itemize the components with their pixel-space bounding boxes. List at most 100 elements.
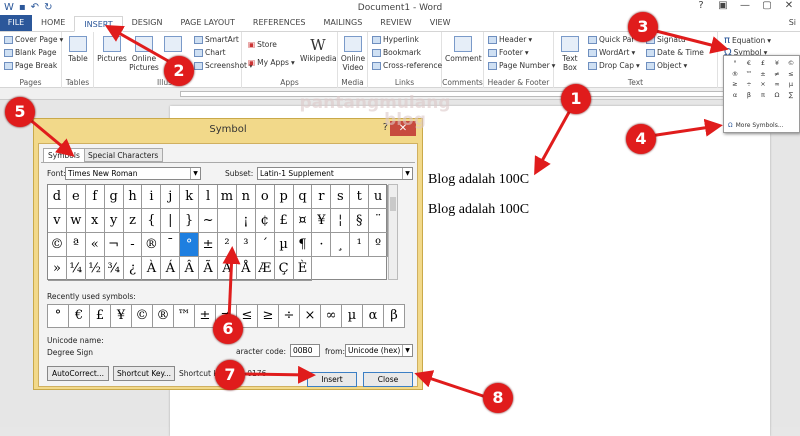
save-icon[interactable]: ▪ — [19, 2, 26, 13]
recent-symbol[interactable]: ≥ — [257, 304, 279, 328]
hyperlink-button[interactable]: Hyperlink — [372, 35, 419, 44]
symbol-cell[interactable]: ¡ — [236, 209, 256, 233]
recent-symbol[interactable]: µ — [341, 304, 363, 328]
symbol-cell[interactable]: Ã — [199, 257, 219, 281]
symbol-cell[interactable]: ¶ — [293, 233, 313, 257]
symbol-cell[interactable]: ¦ — [331, 209, 351, 233]
pictures-button[interactable]: Pictures — [96, 36, 128, 63]
comment-button[interactable]: Comment — [445, 36, 482, 63]
symbol-cell[interactable]: Ä — [218, 257, 237, 281]
header-button[interactable]: Header ▾ — [488, 35, 532, 44]
help-icon[interactable]: ? — [690, 0, 712, 11]
tab-design[interactable]: DESIGN — [123, 15, 172, 31]
symbol-cell[interactable]: ´ — [255, 233, 275, 257]
tab-symbols[interactable]: Symbols — [43, 148, 85, 162]
recent-symbol[interactable]: ∞ — [320, 304, 342, 328]
drop-cap-button[interactable]: Drop Cap ▾ — [588, 61, 640, 70]
gallery-symbol[interactable]: ≤ — [784, 70, 798, 81]
symbol-cell[interactable]: ® — [142, 233, 162, 257]
symbol-cell[interactable]: © — [48, 233, 67, 257]
wikipedia-button[interactable]: W Wikipedia — [300, 36, 337, 63]
recent-symbol[interactable]: × — [299, 304, 321, 328]
symbol-cell[interactable]: ¢ — [255, 209, 275, 233]
symbol-cell[interactable]: ~ — [199, 209, 219, 233]
equation-button[interactable]: π Equation ▾ — [724, 35, 771, 46]
symbol-cell[interactable]: ¹ — [350, 233, 370, 257]
symbol-cell[interactable]: | — [161, 209, 181, 233]
symbol-cell[interactable]: v — [48, 209, 67, 233]
symbol-cell[interactable]: d — [48, 185, 67, 209]
tab-view[interactable]: VIEW — [421, 15, 460, 31]
recent-symbol[interactable]: β — [383, 304, 405, 328]
smartart-button[interactable]: SmartArt — [194, 35, 239, 44]
shortcut-key-button[interactable]: Shortcut Key... — [113, 366, 175, 381]
close-icon[interactable]: ✕ — [778, 0, 800, 11]
gallery-symbol[interactable]: £ — [756, 59, 770, 70]
symbol-cell[interactable]: £ — [274, 209, 294, 233]
store-button[interactable]: ▣ Store — [248, 40, 277, 49]
symbol-cell[interactable]: ¯ — [161, 233, 181, 257]
symbol-cell[interactable]: g — [104, 185, 124, 209]
footer-button[interactable]: Footer ▾ — [488, 48, 529, 57]
gallery-symbol[interactable]: µ — [784, 80, 798, 91]
quick-parts-button[interactable]: Quick Par — [588, 35, 634, 44]
recent-symbol[interactable]: © — [131, 304, 153, 328]
symbol-cell[interactable]: ° — [180, 233, 200, 257]
symbol-cell[interactable]: ¥ — [312, 209, 332, 233]
symbol-cell[interactable]: » — [48, 257, 67, 281]
gallery-symbol[interactable]: © — [784, 59, 798, 70]
cross-reference-button[interactable]: Cross-reference — [372, 61, 442, 70]
symbol-cell[interactable]: ¨ — [369, 209, 389, 233]
my-apps-button[interactable]: ▣ My Apps ▾ — [248, 58, 295, 67]
symbol-cell[interactable]: Â — [180, 257, 200, 281]
undo-icon[interactable]: ↶ — [31, 2, 39, 13]
chart-button[interactable]: Chart — [194, 48, 226, 57]
symbol-cell[interactable]: e — [66, 185, 86, 209]
date-time-button[interactable]: Date & Time — [646, 48, 704, 57]
symbol-cell[interactable]: º — [369, 233, 389, 257]
gallery-symbol[interactable]: Ω — [770, 91, 784, 102]
gallery-symbol[interactable]: ® — [728, 70, 742, 81]
symbol-grid[interactable]: d e f g h i j k l m n o p q r s t u v w x y z{|} ~ ¡ ¢ £ ¤ ¥ ¦ § ¨ © ª «¬ -… — [47, 184, 389, 281]
symbol-cell[interactable]: l — [199, 185, 219, 209]
maximize-icon[interactable]: ▢ — [756, 0, 778, 11]
dialog-close-icon[interactable]: ✕ — [390, 121, 416, 136]
gallery-symbol[interactable]: ÷ — [742, 80, 756, 91]
symbol-cell[interactable]: Ç — [274, 257, 294, 281]
gallery-symbol[interactable]: β — [742, 91, 756, 102]
symbol-cell[interactable]: ¾ — [104, 257, 124, 281]
symbol-cell[interactable] — [218, 209, 237, 233]
symbol-cell[interactable]: q — [293, 185, 313, 209]
from-select[interactable]: Unicode (hex) ▼ — [345, 344, 413, 357]
blank-page-button[interactable]: Blank Page — [4, 48, 56, 57]
dialog-title-bar[interactable]: Symbol ? ✕ — [34, 119, 422, 141]
gallery-symbol[interactable]: ° — [728, 59, 742, 70]
gallery-symbol[interactable]: ∞ — [770, 80, 784, 91]
symbol-cell[interactable]: È — [293, 257, 313, 281]
tab-file[interactable]: FILE — [0, 15, 32, 31]
symbol-cell[interactable]: § — [350, 209, 370, 233]
character-code-input[interactable]: 00B0 — [290, 344, 320, 357]
minimize-icon[interactable]: — — [734, 0, 756, 11]
recent-symbol[interactable]: α — [362, 304, 384, 328]
object-button[interactable]: Object ▾ — [646, 61, 687, 70]
gallery-symbol[interactable]: π — [756, 91, 770, 102]
tab-special-characters[interactable]: Special Characters — [83, 148, 164, 162]
symbol-cell[interactable]: { — [142, 209, 162, 233]
tab-review[interactable]: REVIEW — [371, 15, 420, 31]
recent-symbol[interactable]: ™ — [173, 304, 195, 328]
insert-button[interactable]: Insert — [307, 372, 357, 387]
cover-page-button[interactable]: Cover Page ▾ — [4, 35, 63, 44]
symbol-cell[interactable]: ¿ — [123, 257, 143, 281]
symbol-cell[interactable]: µ — [274, 233, 294, 257]
recent-symbol[interactable]: ¥ — [110, 304, 132, 328]
gallery-symbol[interactable]: ± — [756, 70, 770, 81]
symbol-cell[interactable]: ¸ — [331, 233, 351, 257]
symbol-cell[interactable]: ³ — [236, 233, 256, 257]
recent-symbol[interactable]: € — [68, 304, 90, 328]
symbol-cell[interactable]: m — [218, 185, 237, 209]
symbol-cell[interactable]: ½ — [85, 257, 105, 281]
gallery-symbol[interactable]: ∑ — [784, 91, 798, 102]
symbol-cell[interactable]: · — [312, 233, 332, 257]
text-box-button[interactable]: Text Box — [556, 36, 584, 72]
